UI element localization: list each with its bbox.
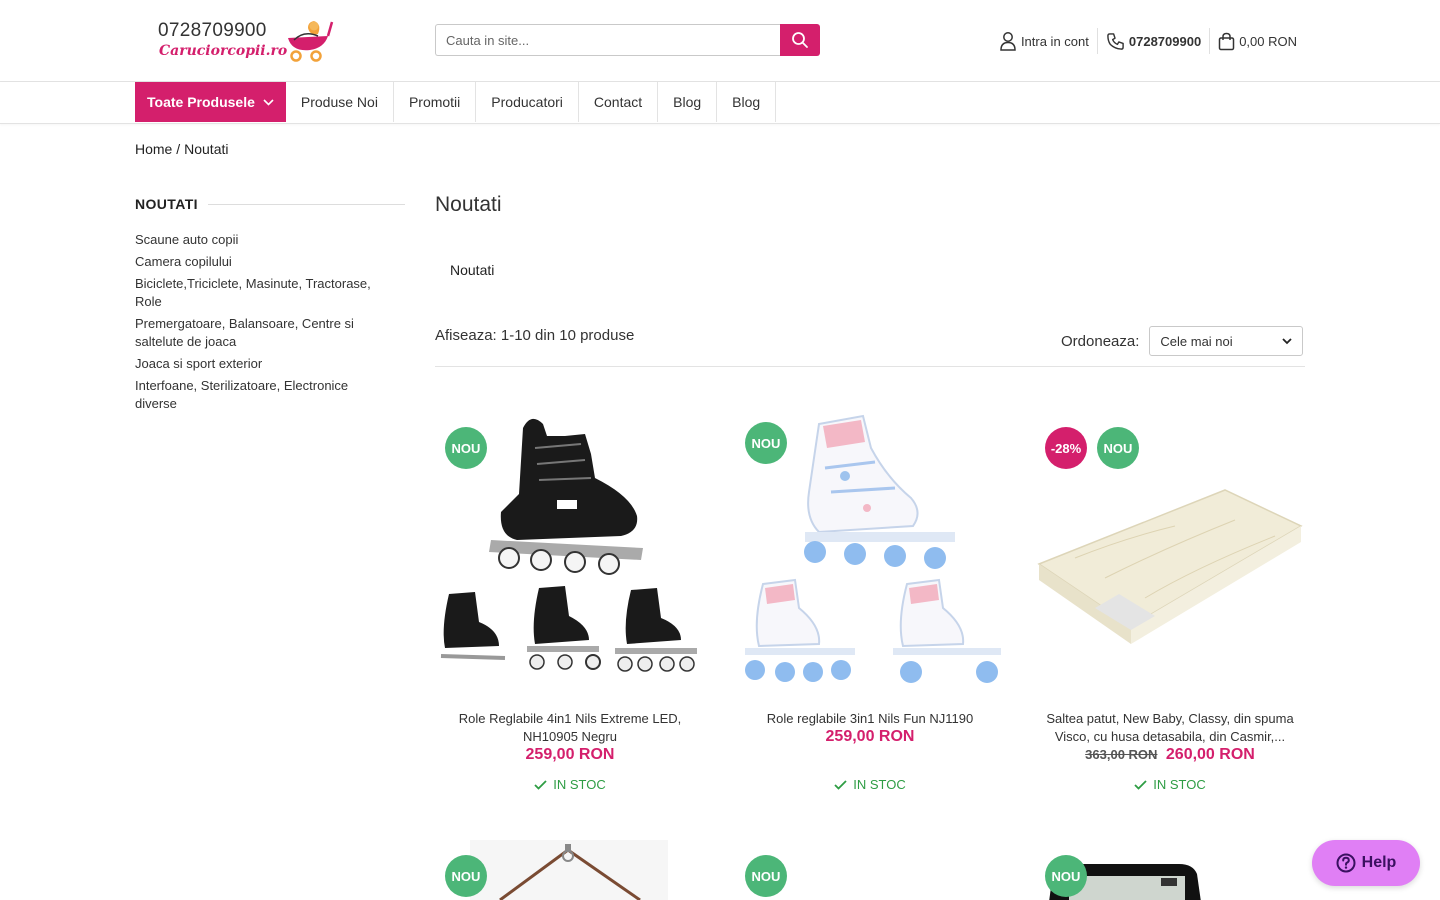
sort-label: Ordoneaza: (1061, 332, 1140, 350)
product-count: Afiseaza: 1-10 din 10 produse (435, 327, 635, 344)
cart-total: 0,00 RON (1239, 33, 1297, 49)
product-price: 259,00 RON (525, 746, 615, 763)
site-header: 0728709900 Caruciorcopii.ro Intra (0, 0, 1440, 82)
chevron-down-icon (263, 98, 274, 106)
account-link[interactable]: Intra in cont (991, 28, 1097, 54)
breadcrumb: Home / Noutati (135, 141, 228, 157)
stock-label: IN STOC (1153, 777, 1206, 792)
logo-phone: 0728709900 (158, 20, 267, 41)
product-price-block: 363,00 RON 260,00 RON (1035, 746, 1305, 764)
stroller-logo-icon (288, 21, 334, 62)
nav-item-blog[interactable]: Blog (658, 82, 718, 122)
main-navigation: Toate Produsele Produse Noi Promotii Pro… (0, 82, 1440, 124)
shopping-bag-icon (1218, 32, 1235, 50)
sidebar-item-scaune-auto[interactable]: Scaune auto copii (135, 231, 385, 249)
all-products-menu[interactable]: Toate Produsele (135, 82, 286, 122)
cart-link[interactable]: 0,00 RON (1210, 28, 1305, 54)
product-card[interactable]: NOU (735, 840, 1005, 900)
product-card[interactable]: NOU (1035, 840, 1305, 900)
chevron-down-icon (1282, 337, 1293, 344)
search-bar (435, 24, 820, 56)
check-icon (1134, 779, 1147, 790)
product-old-price: 363,00 RON (1085, 747, 1158, 762)
sidebar-item-joaca-sport[interactable]: Joaca si sport exterior (135, 355, 385, 373)
sort-value: Cele mai noi (1160, 333, 1233, 349)
check-icon (834, 779, 847, 790)
category-sidebar: NOUTATI Scaune auto copii Camera copilul… (135, 195, 405, 417)
sidebar-divider (207, 203, 405, 205)
sort-select[interactable]: Cele mai noi (1149, 326, 1304, 356)
nav-item-contact[interactable]: Contact (579, 82, 659, 122)
product-card[interactable]: NOU (435, 840, 705, 900)
stock-label: IN STOC (553, 777, 606, 792)
sidebar-item-camera-copilului[interactable]: Camera copilului (135, 253, 385, 271)
new-badge: NOU (445, 427, 487, 469)
logo-name: Caruciorcopii.ro (159, 43, 288, 59)
phone-link[interactable]: 0728709900 (1098, 28, 1209, 54)
sidebar-item-biciclete[interactable]: Biciclete,Triciclete, Masinute, Tractora… (135, 275, 385, 311)
breadcrumb-home[interactable]: Home / (135, 141, 180, 157)
search-icon (792, 32, 808, 48)
help-button[interactable]: Help (1312, 840, 1420, 886)
page-title: Noutati (435, 193, 502, 216)
product-name[interactable]: Saltea patut, New Baby, Classy, din spum… (1035, 710, 1305, 746)
product-price: 259,00 RON (825, 728, 915, 745)
all-products-label: Toate Produsele (147, 94, 255, 110)
product-card[interactable]: -28% NOU Saltea patut, New Baby, Classy,… (1035, 408, 1305, 798)
product-price: 260,00 RON (1165, 746, 1255, 763)
header-phone: 0728709900 (1128, 33, 1202, 49)
help-label: Help (1361, 854, 1397, 871)
product-card[interactable]: NOU Role reglabile 3in1 Nils Fun NJ1190 … (735, 408, 1005, 798)
new-badge: NOU (1045, 855, 1087, 897)
sidebar-title: NOUTATI (135, 196, 198, 212)
nav-item-producatori[interactable]: Producatori (476, 82, 579, 122)
search-input[interactable] (435, 24, 781, 56)
check-icon (534, 779, 547, 790)
sidebar-item-premergatoare[interactable]: Premergatoare, Balansoare, Centre si sal… (135, 315, 385, 351)
stock-label: IN STOC (853, 777, 906, 792)
sidebar-category-list: Scaune auto copii Camera copilului Bicic… (135, 231, 405, 413)
header-links: Intra in cont 0728709900 0,00 RON (991, 28, 1305, 54)
phone-icon (1107, 32, 1124, 50)
question-circle-icon (1336, 853, 1356, 873)
toolbar-divider (435, 366, 1305, 367)
stock-status: IN STOC (1035, 777, 1305, 792)
product-name[interactable]: Role reglabile 3in1 Nils Fun NJ1190 (735, 710, 1005, 728)
product-card[interactable]: NOU Role Reglabile 4in1 Nils Extreme LED… (435, 408, 705, 798)
stock-status: IN STOC (435, 777, 705, 792)
sort-control: Ordoneaza: Cele mai noi (1061, 326, 1304, 356)
user-icon (1000, 32, 1016, 51)
new-badge: NOU (745, 855, 787, 897)
stock-status: IN STOC (735, 777, 1005, 792)
nav-item-produse-noi[interactable]: Produse Noi (286, 82, 394, 122)
site-logo[interactable]: 0728709900 Caruciorcopii.ro (158, 16, 338, 66)
new-badge: NOU (745, 422, 787, 464)
nav-item-promotii[interactable]: Promotii (394, 82, 477, 122)
product-image-swing[interactable] (470, 840, 670, 900)
product-name[interactable]: Role Reglabile 4in1 Nils Extreme LED, NH… (435, 710, 705, 746)
discount-badge: -28% (1045, 427, 1087, 469)
subcategory-link[interactable]: Noutati (450, 262, 494, 278)
new-badge: NOU (1097, 427, 1139, 469)
new-badge: NOU (445, 855, 487, 897)
account-label: Intra in cont (1020, 33, 1089, 49)
search-button[interactable] (780, 24, 820, 56)
breadcrumb-current: Noutati (184, 141, 229, 157)
nav-item-blog[interactable]: Blog (717, 82, 777, 122)
sidebar-item-interfoane[interactable]: Interfoane, Sterilizatoare, Electronice … (135, 377, 385, 413)
